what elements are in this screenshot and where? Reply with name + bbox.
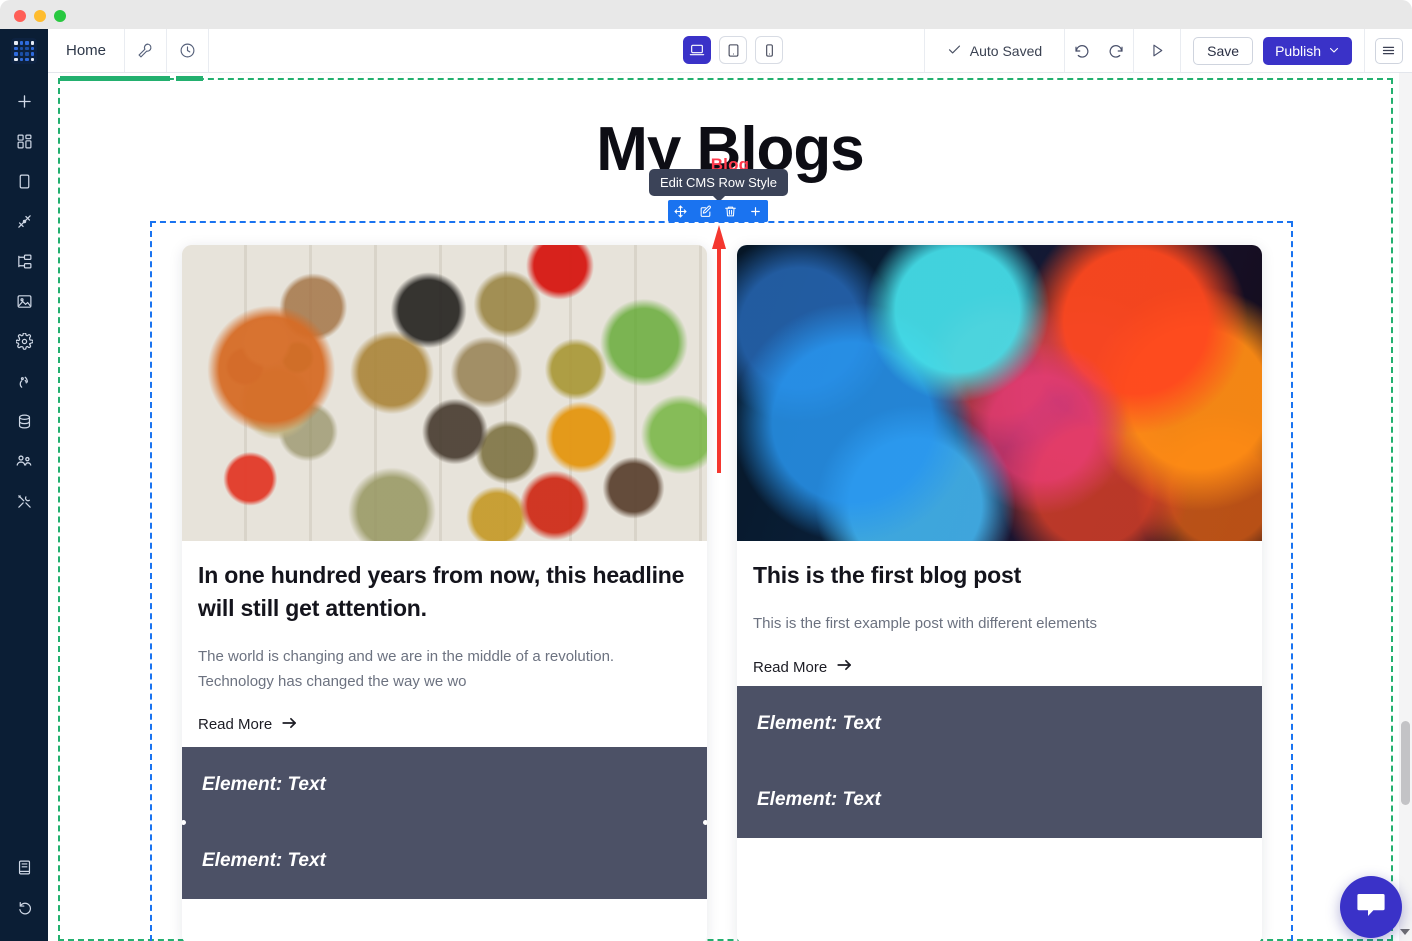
sidebar-icon-list — [0, 81, 48, 521]
read-more-link[interactable]: Read More — [753, 658, 853, 676]
sidebar-item-settings[interactable] — [0, 321, 48, 361]
arrow-right-icon — [836, 658, 853, 676]
blog-card-excerpt: This is the first example post with diff… — [753, 615, 1098, 633]
redo-icon[interactable] — [1099, 29, 1133, 72]
element-overlay[interactable]: Element: Text Element: Text — [182, 747, 707, 899]
sidebar-item-add[interactable] — [0, 81, 48, 121]
publish-label: Publish — [1275, 42, 1321, 59]
toolbar-home-label: Home — [66, 42, 107, 59]
traffic-lights — [14, 10, 66, 22]
element-overlay[interactable]: Element: Text Element: Text — [737, 686, 1262, 838]
colored-ink-in-water-photo — [737, 245, 1262, 541]
chevron-down-icon — [1328, 43, 1340, 59]
toolbar-actions: Save Publish — [1180, 29, 1364, 72]
autosave-label: Auto Saved — [969, 42, 1043, 59]
section-handle-primary[interactable] — [60, 76, 170, 81]
sidebar-bottom-list — [0, 847, 48, 927]
minimize-window-button[interactable] — [34, 10, 46, 22]
sidebar-item-team[interactable] — [0, 441, 48, 481]
blog-card-title: This is the first blog post — [753, 562, 1022, 588]
pencil-edit-icon[interactable] — [693, 200, 718, 222]
editor-toolbar: Home Auto Saved Save Publish — [48, 29, 1412, 73]
sidebar-item-pages[interactable] — [0, 161, 48, 201]
wrench-icon[interactable] — [125, 29, 168, 72]
undo-redo-group — [1064, 29, 1133, 72]
overlay-item[interactable]: Element: Text — [182, 747, 707, 823]
app-logo-grid-icon — [11, 38, 37, 64]
page-canvas: My Blogs Blog In one hundred years from … — [48, 73, 1412, 941]
scrollbar-down-caret[interactable] — [1400, 929, 1410, 935]
spices-flatlay-photo — [182, 245, 707, 541]
blog-card-body: This is the first blog post This is the … — [737, 541, 1262, 677]
play-preview-icon[interactable] — [1140, 29, 1174, 72]
hamburger-menu-icon[interactable] — [1374, 37, 1403, 64]
device-tablet-button[interactable] — [719, 36, 747, 64]
page-scrollbar[interactable] — [1399, 73, 1412, 941]
sidebar-item-tools[interactable] — [0, 481, 48, 521]
read-more-label: Read More — [753, 658, 828, 676]
chat-bubble-icon — [1356, 892, 1386, 923]
autosave-status: Auto Saved — [923, 29, 1064, 72]
cms-row-toolbar — [668, 200, 768, 222]
overlay-handle-right[interactable] — [703, 820, 707, 825]
sidebar-item-revisions[interactable] — [0, 887, 48, 927]
blog-card-excerpt: The world is changing and we are in the … — [198, 648, 615, 690]
read-more-link[interactable]: Read More — [198, 716, 298, 734]
app-logo[interactable] — [0, 29, 48, 73]
trash-icon[interactable] — [718, 200, 743, 222]
scrollbar-thumb[interactable] — [1401, 721, 1410, 805]
blog-card[interactable]: In one hundred years from now, this head… — [182, 245, 707, 941]
toolbar-right-group: Auto Saved Save Publish — [923, 29, 1412, 72]
save-button[interactable]: Save — [1193, 36, 1254, 65]
read-more-label: Read More — [198, 716, 273, 734]
move-arrows-icon[interactable] — [668, 200, 693, 222]
left-sidebar — [0, 29, 48, 941]
overlay-item[interactable]: Element: Text — [737, 762, 1262, 838]
sidebar-item-media[interactable] — [0, 281, 48, 321]
clock-history-icon[interactable] — [167, 29, 210, 72]
close-window-button[interactable] — [14, 10, 26, 22]
sidebar-item-structure[interactable] — [0, 241, 48, 281]
device-preview-switcher — [683, 36, 783, 64]
chat-support-button[interactable] — [1340, 876, 1402, 938]
toolbar-home-tab[interactable]: Home — [48, 29, 126, 72]
check-icon — [947, 42, 962, 60]
window-title-bar — [0, 0, 1412, 29]
arrow-right-icon — [281, 716, 298, 734]
device-mobile-button[interactable] — [755, 36, 783, 64]
sidebar-item-database[interactable] — [0, 401, 48, 441]
red-up-arrow-annotation — [712, 225, 726, 473]
sidebar-item-integrations[interactable] — [0, 361, 48, 401]
plus-icon[interactable] — [743, 200, 768, 222]
preview-group — [1133, 29, 1180, 72]
section-handle-secondary[interactable] — [176, 76, 203, 81]
sidebar-item-docs[interactable] — [0, 847, 48, 887]
overlay-item[interactable]: Element: Text — [737, 686, 1262, 762]
sidebar-item-widgets[interactable] — [0, 121, 48, 161]
blog-card[interactable]: This is the first blog post This is the … — [737, 245, 1262, 941]
undo-icon[interactable] — [1065, 29, 1099, 72]
blog-card-title: In one hundred years from now, this head… — [198, 562, 685, 622]
overlay-item[interactable]: Element: Text — [182, 823, 707, 899]
sidebar-item-design[interactable] — [0, 201, 48, 241]
maximize-window-button[interactable] — [54, 10, 66, 22]
row-toolbar-tooltip: Edit CMS Row Style — [649, 169, 789, 202]
blog-card-body: In one hundred years from now, this head… — [182, 541, 707, 734]
device-desktop-button[interactable] — [683, 36, 711, 64]
toolbar-menu-group — [1364, 29, 1412, 72]
publish-button[interactable]: Publish — [1263, 36, 1352, 65]
